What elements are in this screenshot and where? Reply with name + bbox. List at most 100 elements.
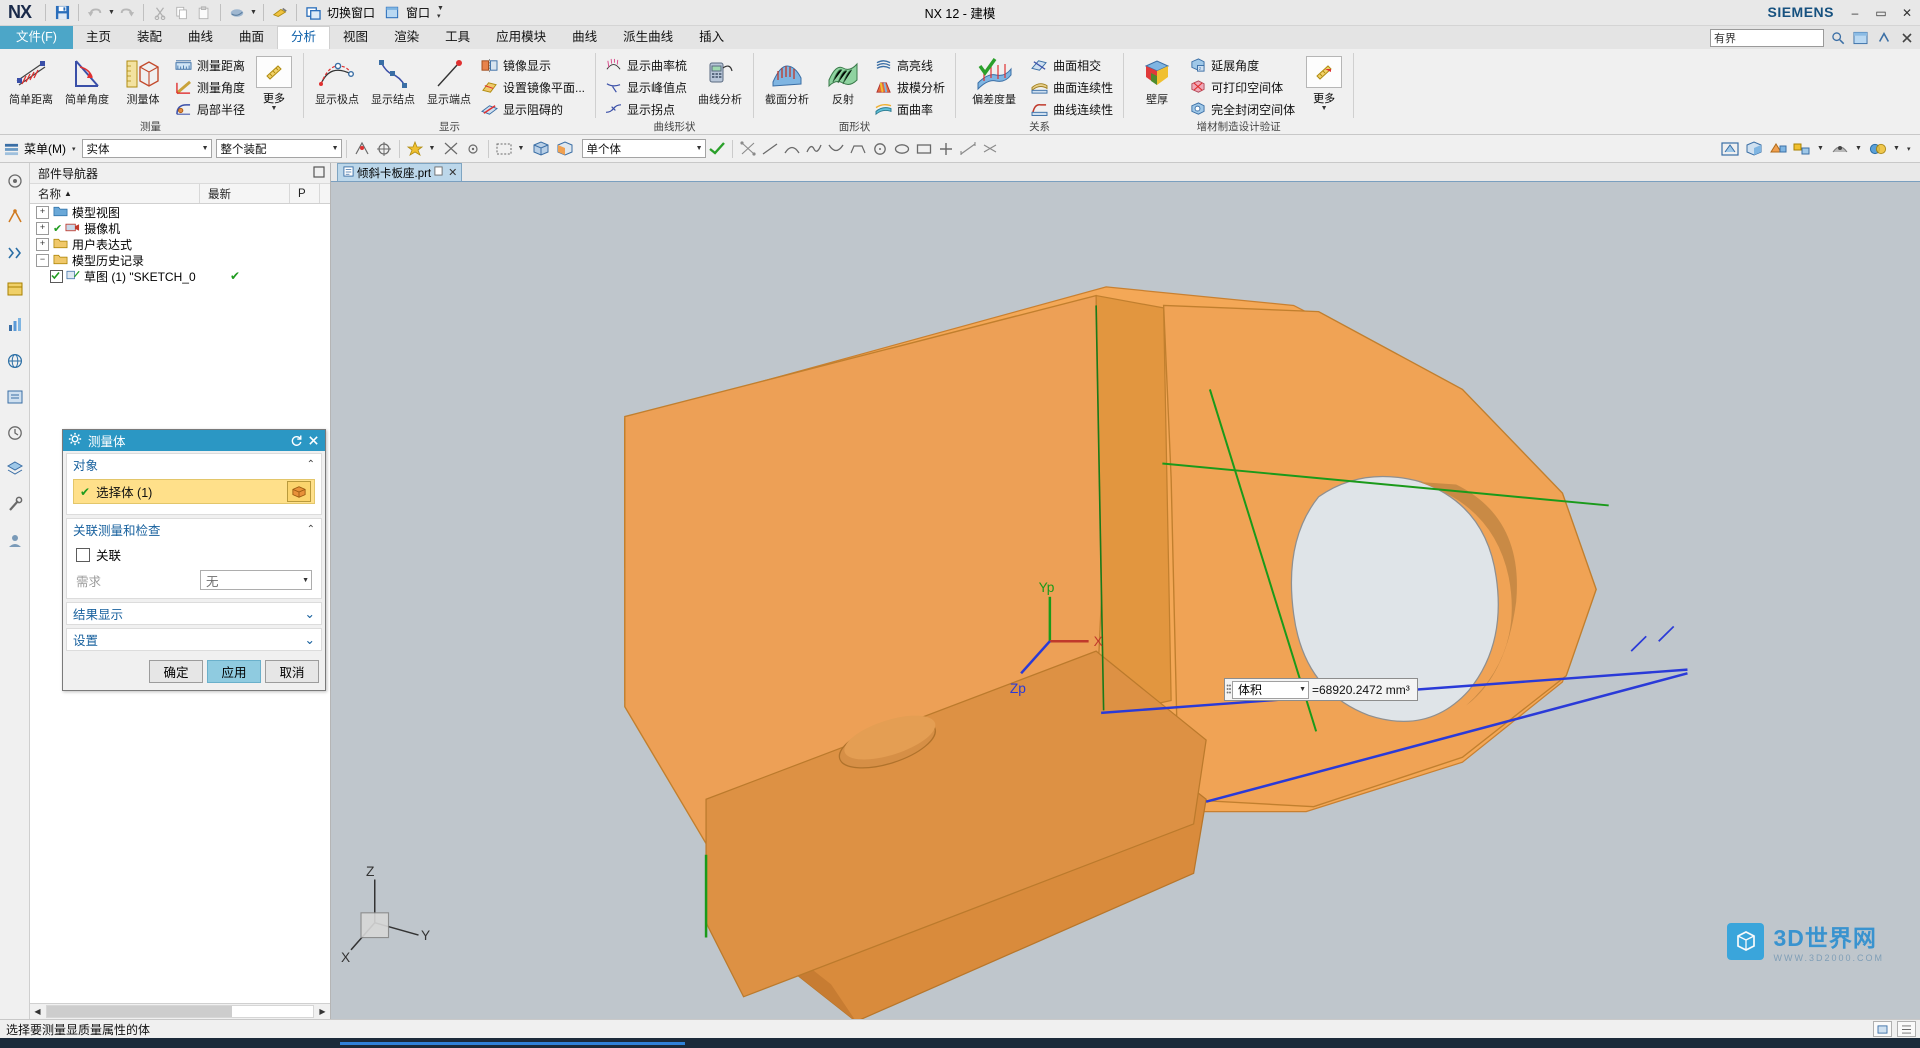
ribbon-button-measure-distance[interactable]: 测量距离: [171, 54, 250, 76]
tab-tools[interactable]: 工具: [432, 27, 483, 49]
ribbon-button-wall-thickness[interactable]: 壁厚: [1129, 52, 1185, 106]
requirement-combo[interactable]: 无 ▼: [200, 570, 312, 590]
status-view-icon[interactable]: [1873, 1021, 1892, 1037]
scrollbar-track[interactable]: [46, 1005, 314, 1018]
measurement-callout[interactable]: 体积 ▼ =68920.2472 mm³: [1224, 678, 1418, 701]
maximize-button[interactable]: ▭: [1868, 0, 1894, 25]
web-browser-icon[interactable]: [3, 349, 27, 373]
cancel-button[interactable]: 取消: [265, 660, 319, 683]
point-snap-dropdown[interactable]: ▼: [426, 137, 440, 160]
sketch-trim-button[interactable]: [979, 137, 1001, 160]
column-p[interactable]: P: [290, 184, 320, 203]
tab-assembly[interactable]: 装配: [124, 27, 175, 49]
tree-node-user-expressions[interactable]: + 用户表达式: [30, 236, 330, 252]
ribbon-button-show-poles[interactable]: 显示极点: [309, 52, 365, 106]
ribbon-button-show-obstructed[interactable]: 显示阻碍的: [477, 98, 590, 120]
expander-icon[interactable]: +: [36, 221, 49, 235]
histogram-icon[interactable]: [3, 313, 27, 337]
tab-view[interactable]: 视图: [330, 27, 381, 49]
menu-button[interactable]: 菜单(M) ▾: [2, 137, 78, 160]
expander-icon[interactable]: +: [36, 237, 49, 251]
shaded-view-button[interactable]: [1742, 137, 1766, 160]
switch-window-icon[interactable]: [302, 2, 324, 23]
ribbon-button-surface-intersection[interactable]: 曲面相交: [1027, 54, 1118, 76]
sketch-rect-button[interactable]: [913, 137, 935, 160]
window-layout-icon[interactable]: [1851, 28, 1870, 47]
orientation-button[interactable]: [1828, 137, 1852, 160]
sketch-constraint-button[interactable]: [737, 137, 759, 160]
clock-history-icon[interactable]: [3, 421, 27, 445]
sketch-line-button[interactable]: [759, 137, 781, 160]
ribbon-button-face-curvature[interactable]: 面曲率: [871, 98, 950, 120]
tab-home[interactable]: 主页: [73, 27, 124, 49]
cut-icon[interactable]: [149, 2, 171, 23]
measurement-type-combo[interactable]: 体积 ▼: [1232, 680, 1309, 699]
view-style-button[interactable]: [1718, 137, 1742, 160]
ribbon-button-deviation-gauge[interactable]: 偏差度量: [961, 52, 1027, 106]
scrollbar-thumb[interactable]: [47, 1006, 232, 1017]
select-body-icon[interactable]: [287, 481, 311, 502]
snap-options-button[interactable]: [373, 137, 395, 160]
window-menu-label[interactable]: 窗口: [403, 4, 436, 21]
selection-rect-dropdown[interactable]: ▼: [515, 137, 529, 160]
layer-visibility-button[interactable]: [1790, 137, 1814, 160]
dialog-section-result-display[interactable]: 结果显示 ⌄: [66, 602, 322, 625]
selection-mode-combo[interactable]: 单个体 ▼: [581, 139, 706, 158]
ribbon-button-overhang-angle[interactable]: z 延展角度: [1185, 54, 1300, 76]
ribbon-button-show-curvature-comb[interactable]: 显示曲率梳: [601, 54, 692, 76]
window-menu-icon[interactable]: [381, 2, 403, 23]
ribbon-button-measure-angle[interactable]: 测量角度: [171, 76, 250, 98]
tab-curve-2[interactable]: 曲线: [559, 27, 610, 49]
sketch-bridge-button[interactable]: [847, 137, 869, 160]
toolbar-overflow[interactable]: ▾: [1904, 137, 1918, 160]
associative-checkbox[interactable]: [76, 547, 90, 562]
file-tab-close-icon[interactable]: ✕: [446, 166, 457, 179]
ribbon-button-local-radius[interactable]: 局部半径: [171, 98, 250, 120]
part-navigator-icon[interactable]: [3, 241, 27, 265]
expander-icon[interactable]: −: [36, 253, 49, 267]
ribbon-button-simple-distance[interactable]: 简单距离: [3, 52, 59, 106]
layers-icon[interactable]: [3, 457, 27, 481]
material-dropdown[interactable]: ▼: [1890, 137, 1904, 160]
selection-confirm-button[interactable]: [706, 137, 728, 160]
ribbon-button-highlight-lines[interactable]: 高亮线: [871, 54, 950, 76]
tools-panel-icon[interactable]: [3, 493, 27, 517]
command-search-input[interactable]: [1710, 28, 1824, 47]
ribbon-button-simple-angle[interactable]: 简单角度: [59, 52, 115, 106]
tab-derived-curve[interactable]: 派生曲线: [610, 27, 686, 49]
snap-intersection-button[interactable]: [440, 137, 462, 160]
constraint-navigator-icon[interactable]: [3, 205, 27, 229]
paste-icon[interactable]: [193, 2, 215, 23]
section-header-object[interactable]: 对象 ⌃: [67, 454, 321, 475]
print-icon[interactable]: [226, 2, 248, 23]
column-name[interactable]: 名称 ▲: [30, 184, 200, 203]
ribbon-button-fully-enclosed-volume[interactable]: 完全封闭空间体: [1185, 98, 1300, 120]
ribbon-button-show-endpoints[interactable]: 显示端点: [421, 52, 477, 106]
sketch-spline-button[interactable]: [803, 137, 825, 160]
ribbon-button-section-analysis[interactable]: 截面分析: [759, 52, 815, 106]
ribbon-button-mirror-display[interactable]: 镜像显示: [477, 54, 590, 76]
render-style-button[interactable]: [1766, 137, 1790, 160]
material-button[interactable]: [1866, 137, 1890, 160]
ribbon-button-show-inflection-points[interactable]: 显示拐点: [601, 98, 692, 120]
minimize-button[interactable]: –: [1842, 0, 1868, 25]
window-menu-dropdown-icon[interactable]: ▼ ▾: [436, 2, 448, 23]
snap-point-button[interactable]: [351, 137, 373, 160]
tab-curve[interactable]: 曲线: [175, 27, 226, 49]
tab-render[interactable]: 渲染: [381, 27, 432, 49]
ribbon-button-reflection[interactable]: 反射: [815, 52, 871, 106]
face-filter-button[interactable]: [553, 137, 577, 160]
tree-node-model-views[interactable]: + 模型视图: [30, 204, 330, 220]
point-snap-yellow-button[interactable]: [404, 137, 426, 160]
drag-handle-icon[interactable]: [1225, 679, 1232, 700]
selection-rect-button[interactable]: [493, 137, 515, 160]
ribbon-button-show-peak-points[interactable]: 显示峰值点: [601, 76, 692, 98]
select-body-row[interactable]: ✔ 选择体 (1): [73, 479, 315, 504]
close-ribbon-icon[interactable]: [1897, 28, 1916, 47]
scroll-left-icon[interactable]: ◀: [30, 1004, 45, 1019]
reuse-library-icon[interactable]: [3, 277, 27, 301]
ribbon-button-curve-analysis[interactable]: 曲线分析: [692, 52, 748, 106]
tree-node-model-history[interactable]: − 模型历史记录: [30, 252, 330, 268]
snap-center-button[interactable]: [462, 137, 484, 160]
section-header-associative[interactable]: 关联测量和检查 ⌃: [67, 519, 321, 540]
